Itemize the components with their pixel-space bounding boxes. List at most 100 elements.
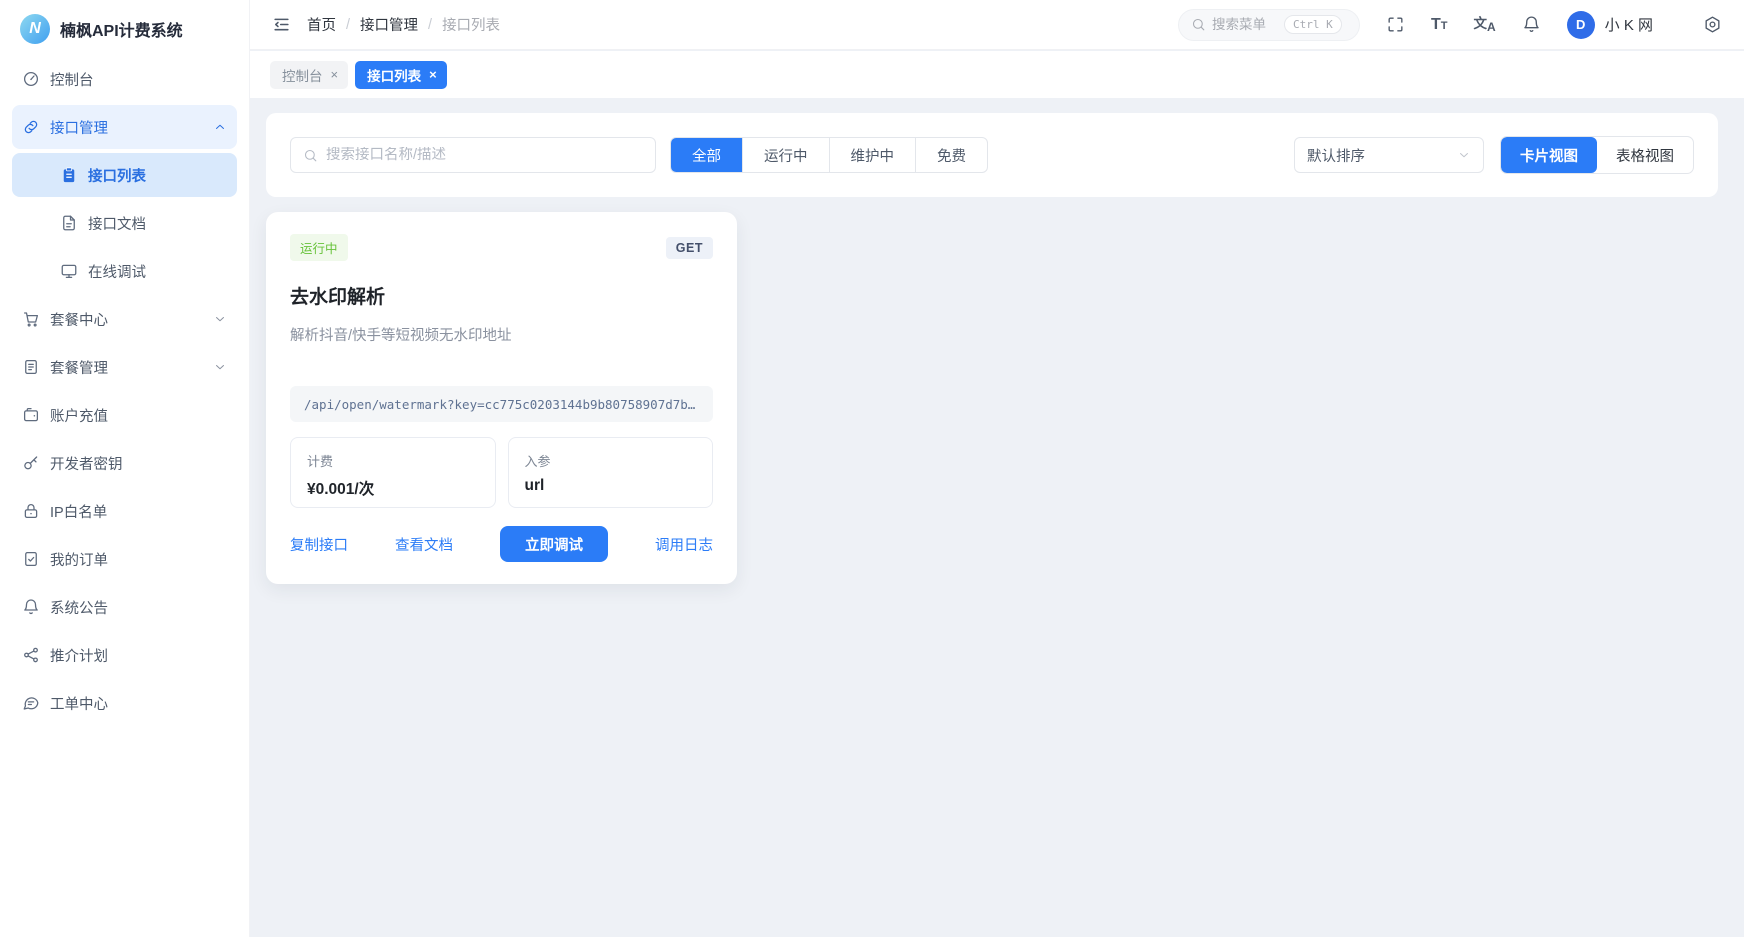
file-check-icon [22,550,40,568]
breadcrumb-separator: / [428,17,432,33]
chevron-down-icon [213,360,227,374]
sidebar-item-label: 工单中心 [50,693,108,714]
sidebar-item-label: 开发者密钥 [50,453,123,474]
main-content: 全部 运行中 维护中 免费 默认排序 卡片视图 表格视图 运行中 GET 去水印… [250,98,1744,937]
view-toggle-group: 卡片视图 表格视图 [1500,136,1694,174]
sidebar-item-label: 控制台 [50,69,94,90]
table-view-button[interactable]: 表格视图 [1597,137,1693,173]
stat-label: 计费 [307,451,479,470]
sidebar-item-label: 套餐中心 [50,309,108,330]
sidebar-item-ticket-center[interactable]: 工单中心 [12,681,237,725]
header-actions: Ctrl K TT 文A D 小 K 网 [1178,9,1722,41]
card-view-button[interactable]: 卡片视图 [1501,137,1597,173]
sidebar: N 楠枫API计费系统 控制台 接口管理 接口列表 接口文档 在线调试 套餐中心 [0,0,250,937]
search-icon [1191,17,1206,32]
chevron-down-icon [1457,148,1471,162]
fullscreen-icon[interactable] [1386,15,1405,34]
sidebar-item-api-management[interactable]: 接口管理 [12,105,237,149]
sort-dropdown-value: 默认排序 [1307,145,1365,166]
breadcrumb-section[interactable]: 接口管理 [360,14,418,35]
key-icon [22,454,40,472]
bell-icon[interactable] [1522,15,1541,34]
filter-free[interactable]: 免费 [915,138,987,172]
stat-billing: 计费 ¥0.001/次 [290,437,496,508]
filter-running[interactable]: 运行中 [742,138,829,172]
dashboard-icon [22,70,40,88]
api-search-field[interactable] [326,147,643,163]
sidebar-item-label: 推介计划 [50,645,108,666]
sidebar-item-my-orders[interactable]: 我的订单 [12,537,237,581]
filter-all[interactable]: 全部 [671,138,742,172]
file-list-icon [22,358,40,376]
api-title: 去水印解析 [290,282,713,309]
lock-icon [22,502,40,520]
sidebar-item-announcements[interactable]: 系统公告 [12,585,237,629]
view-docs-button[interactable]: 查看文档 [395,534,453,555]
debug-now-button[interactable]: 立即调试 [500,526,608,562]
tab-api-list[interactable]: 接口列表 × [355,61,447,89]
stat-value: ¥0.001/次 [307,477,479,499]
search-icon [303,148,318,163]
tab-label: 接口列表 [367,65,421,85]
shortcut-badge: Ctrl K [1284,15,1342,34]
sidebar-item-online-debug[interactable]: 在线调试 [12,249,237,293]
sidebar-nav: 控制台 接口管理 接口列表 接口文档 在线调试 套餐中心 套餐管理 [0,57,249,725]
sidebar-item-package-center[interactable]: 套餐中心 [12,297,237,341]
sidebar-item-label: 账户充值 [50,405,108,426]
sidebar-item-label: 套餐管理 [50,357,108,378]
stat-label: 入参 [525,451,697,470]
filter-maintenance[interactable]: 维护中 [829,138,916,172]
breadcrumb-home[interactable]: 首页 [307,14,336,35]
file-text-icon [60,214,78,232]
tab-dashboard[interactable]: 控制台 × [270,61,348,89]
wallet-icon [22,406,40,424]
stat-params: 入参 url [508,437,714,508]
call-logs-button[interactable]: 调用日志 [655,534,713,555]
bell-icon [22,598,40,616]
sidebar-item-label: 接口管理 [50,117,108,138]
menu-search-input[interactable]: Ctrl K [1178,9,1360,41]
top-header: 首页 / 接口管理 / 接口列表 Ctrl K TT 文A D 小 K 网 [250,0,1744,50]
app-logo-icon: N [20,14,50,44]
user-menu[interactable]: D 小 K 网 [1567,11,1653,39]
sidebar-item-label: 接口文档 [88,213,146,234]
copy-api-button[interactable]: 复制接口 [290,534,348,555]
chevron-up-icon [213,120,227,134]
stat-value: url [525,477,697,495]
sidebar-item-api-list[interactable]: 接口列表 [12,153,237,197]
sort-dropdown[interactable]: 默认排序 [1294,137,1484,173]
close-icon[interactable]: × [331,68,339,81]
sidebar-item-dashboard[interactable]: 控制台 [12,57,237,101]
sidebar-item-developer-keys[interactable]: 开发者密钥 [12,441,237,485]
sidebar-item-label: 在线调试 [88,261,146,282]
sidebar-item-label: 我的订单 [50,549,108,570]
collapse-sidebar-icon[interactable] [272,15,291,34]
status-badge: 运行中 [290,234,348,261]
font-size-icon[interactable]: TT [1431,17,1448,33]
open-tabs-bar: 控制台 × 接口列表 × [250,51,1744,98]
close-icon[interactable]: × [429,68,437,81]
avatar: D [1567,11,1595,39]
method-badge: GET [666,237,713,259]
clipboard-icon [60,166,78,184]
sidebar-item-referral-program[interactable]: 推介计划 [12,633,237,677]
sidebar-item-ip-whitelist[interactable]: IP白名单 [12,489,237,533]
monitor-icon [60,262,78,280]
menu-search-field[interactable] [1212,17,1278,32]
sidebar-item-account-recharge[interactable]: 账户充值 [12,393,237,437]
sidebar-item-label: 系统公告 [50,597,108,618]
translate-icon[interactable]: 文A [1473,17,1495,33]
sidebar-item-api-docs[interactable]: 接口文档 [12,201,237,245]
chat-icon [22,694,40,712]
status-filter-group: 全部 运行中 维护中 免费 [670,137,988,173]
breadcrumb-separator: / [346,17,350,33]
app-title: 楠枫API计费系统 [60,17,183,41]
api-endpoint[interactable]: /api/open/watermark?key=cc775c0203144b9b… [290,386,713,422]
cart-icon [22,310,40,328]
breadcrumb-current: 接口列表 [442,14,500,35]
sidebar-item-package-management[interactable]: 套餐管理 [12,345,237,389]
settings-icon[interactable] [1703,15,1722,34]
api-search-input[interactable] [290,137,656,173]
sidebar-item-label: IP白名单 [50,501,107,522]
chevron-down-icon [213,312,227,326]
